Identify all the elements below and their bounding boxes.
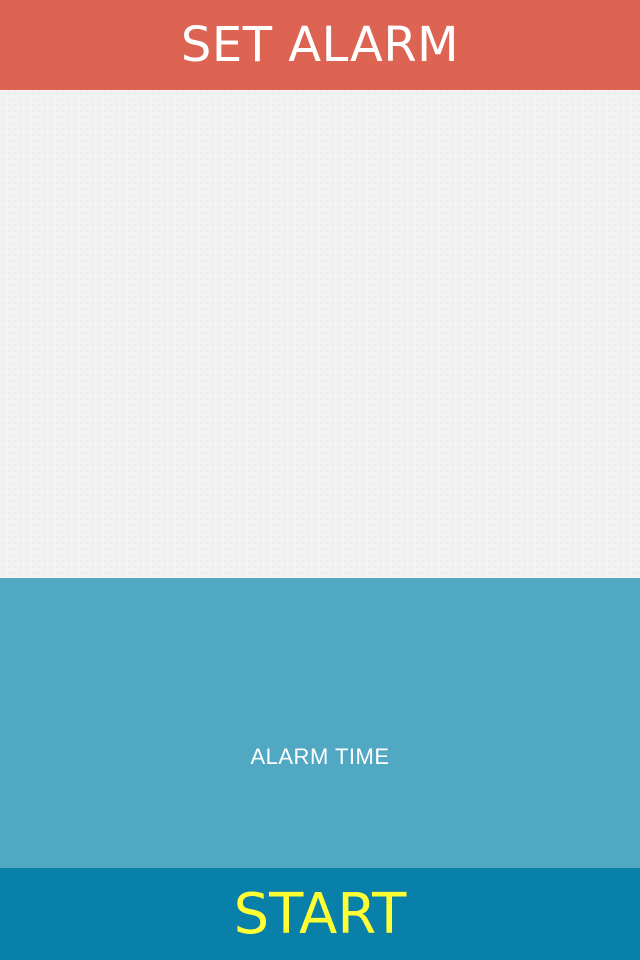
alarm-time-panel[interactable]: ALARM TIME	[0, 578, 640, 868]
alarm-time-label: ALARM TIME	[250, 744, 390, 769]
start-button[interactable]: START	[0, 868, 640, 960]
alarm-screen: SET ALARM ALARM TIME START	[0, 0, 640, 960]
header-bar: SET ALARM	[0, 0, 640, 90]
start-button-label: START	[233, 881, 407, 947]
main-content-area	[0, 90, 640, 578]
page-title: SET ALARM	[180, 17, 460, 73]
